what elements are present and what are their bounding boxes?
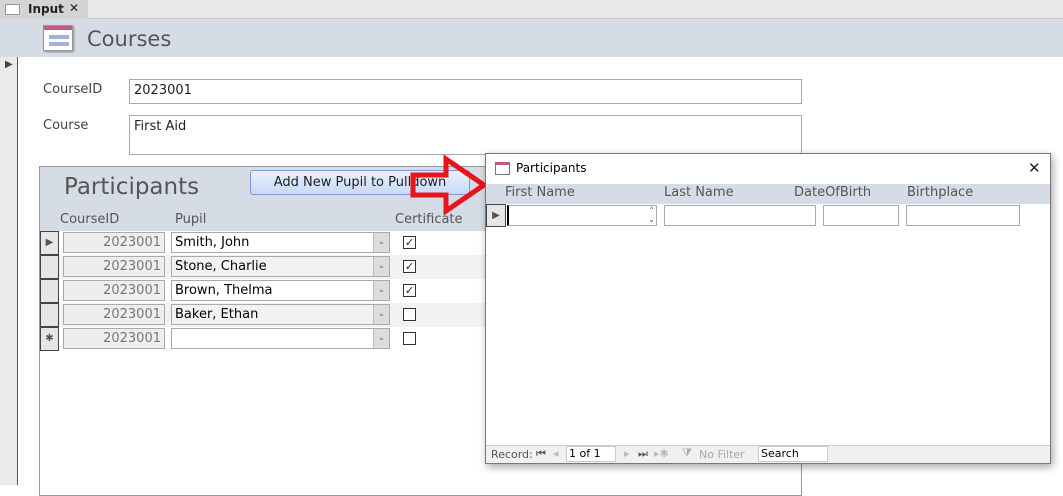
form-icon <box>5 4 20 15</box>
pupil-value: Stone, Charlie <box>175 259 267 274</box>
certificate-checkbox[interactable]: ✓ <box>403 284 416 297</box>
courseid-cell[interactable]: 2023001 <box>63 304 165 325</box>
new-record-icon[interactable]: ✱ <box>40 327 59 351</box>
document-tab-bar: Input ✕ <box>0 0 1063 19</box>
chevron-down-icon[interactable]: ⌄ <box>373 257 389 276</box>
popup-column-header: First Name Last Name DateOfBirth Birthpl… <box>486 184 1050 204</box>
record-selector[interactable] <box>40 303 59 327</box>
courseid-label: CourseID <box>43 82 103 97</box>
last-name-input[interactable] <box>664 205 816 226</box>
record-navigation-bar: Record: ⏮ ◂ 1 of 1 ▸ ⏭ ▸✱ ⧩ No Filter Se… <box>486 445 1050 463</box>
pupil-value: Brown, Thelma <box>175 283 273 298</box>
column-header-dateofbirth: DateOfBirth <box>794 185 872 200</box>
previous-record-icon[interactable]: ◂ <box>553 447 559 460</box>
course-label: Course <box>43 118 89 133</box>
filter-icon: ⧩ <box>682 446 692 459</box>
record-selector[interactable] <box>40 255 59 279</box>
chevron-down-icon[interactable]: ⌄ <box>373 329 389 348</box>
search-input[interactable]: Search <box>758 446 828 462</box>
column-header-pupil: Pupil <box>175 212 207 227</box>
certificate-checkbox[interactable] <box>403 308 416 321</box>
course-field[interactable]: First Aid <box>129 115 802 155</box>
column-header-last-name: Last Name <box>664 185 734 200</box>
courseid-cell[interactable]: 2023001 <box>63 328 165 349</box>
record-selector-column[interactable]: ▶ <box>0 57 18 485</box>
popup-close-icon[interactable]: ✕ <box>1028 159 1041 177</box>
record-label: Record: <box>491 448 533 461</box>
pupil-combobox[interactable]: Brown, Thelma ⌄ <box>171 280 390 301</box>
courseid-cell[interactable]: 2023001 <box>63 256 165 277</box>
record-position-field[interactable]: 1 of 1 <box>566 446 616 462</box>
column-header-courseid: CourseID <box>60 212 120 227</box>
certificate-checkbox[interactable]: ✓ <box>403 236 416 249</box>
certificate-checkbox[interactable]: ✓ <box>403 260 416 273</box>
pupil-value: Baker, Ethan <box>175 307 259 322</box>
record-selector[interactable] <box>40 279 59 303</box>
current-record-icon: ▶ <box>5 59 13 70</box>
subform-title: Participants <box>64 174 200 200</box>
dateofbirth-input[interactable] <box>823 205 899 226</box>
pupil-combobox[interactable]: Stone, Charlie ⌄ <box>171 256 390 277</box>
tab-close-icon[interactable]: ✕ <box>69 1 79 15</box>
last-record-icon[interactable]: ⏭ <box>638 447 648 461</box>
form-title: Courses <box>87 27 172 51</box>
certificate-checkbox[interactable] <box>403 332 416 345</box>
chevron-down-icon[interactable]: ⌄ <box>373 281 389 300</box>
pupil-combobox[interactable]: ⌄ <box>171 328 390 349</box>
new-record-icon[interactable]: ▸✱ <box>654 447 669 460</box>
next-record-icon[interactable]: ▸ <box>624 447 630 460</box>
chevron-down-icon[interactable]: ⌄ <box>373 233 389 252</box>
courseid-cell[interactable]: 2023001 <box>63 280 165 301</box>
record-selector[interactable]: ▶ <box>486 204 506 227</box>
pupil-combobox[interactable]: Baker, Ethan ⌄ <box>171 304 390 325</box>
pupil-combobox[interactable]: Smith, John ⌄ <box>171 232 390 253</box>
form-header: Courses <box>0 19 1063 57</box>
courseid-field[interactable]: 2023001 <box>129 79 802 104</box>
form-icon <box>495 162 510 175</box>
column-header-birthplace: Birthplace <box>907 185 974 200</box>
first-record-icon[interactable]: ⏮ <box>536 447 546 461</box>
courseid-cell[interactable]: 2023001 <box>63 232 165 253</box>
first-name-input[interactable]: ⌃ ⌄ <box>507 205 657 226</box>
form-icon <box>43 25 73 51</box>
chevron-down-icon[interactable]: ⌄ <box>373 305 389 324</box>
column-header-first-name: First Name <box>505 185 575 200</box>
record-selector[interactable]: ▶ <box>40 231 59 255</box>
spinner-icon[interactable]: ⌃ ⌄ <box>648 206 655 224</box>
tab-label: Input <box>28 2 64 16</box>
birthplace-input[interactable] <box>906 205 1020 226</box>
participants-popup-window: Participants ✕ First Name Last Name Date… <box>485 153 1051 464</box>
tab-input[interactable]: Input ✕ <box>0 0 88 19</box>
popup-title: Participants <box>516 161 587 175</box>
pupil-value: Smith, John <box>175 235 250 250</box>
red-arrow-annotation <box>410 155 489 215</box>
filter-status[interactable]: No Filter <box>699 448 745 461</box>
